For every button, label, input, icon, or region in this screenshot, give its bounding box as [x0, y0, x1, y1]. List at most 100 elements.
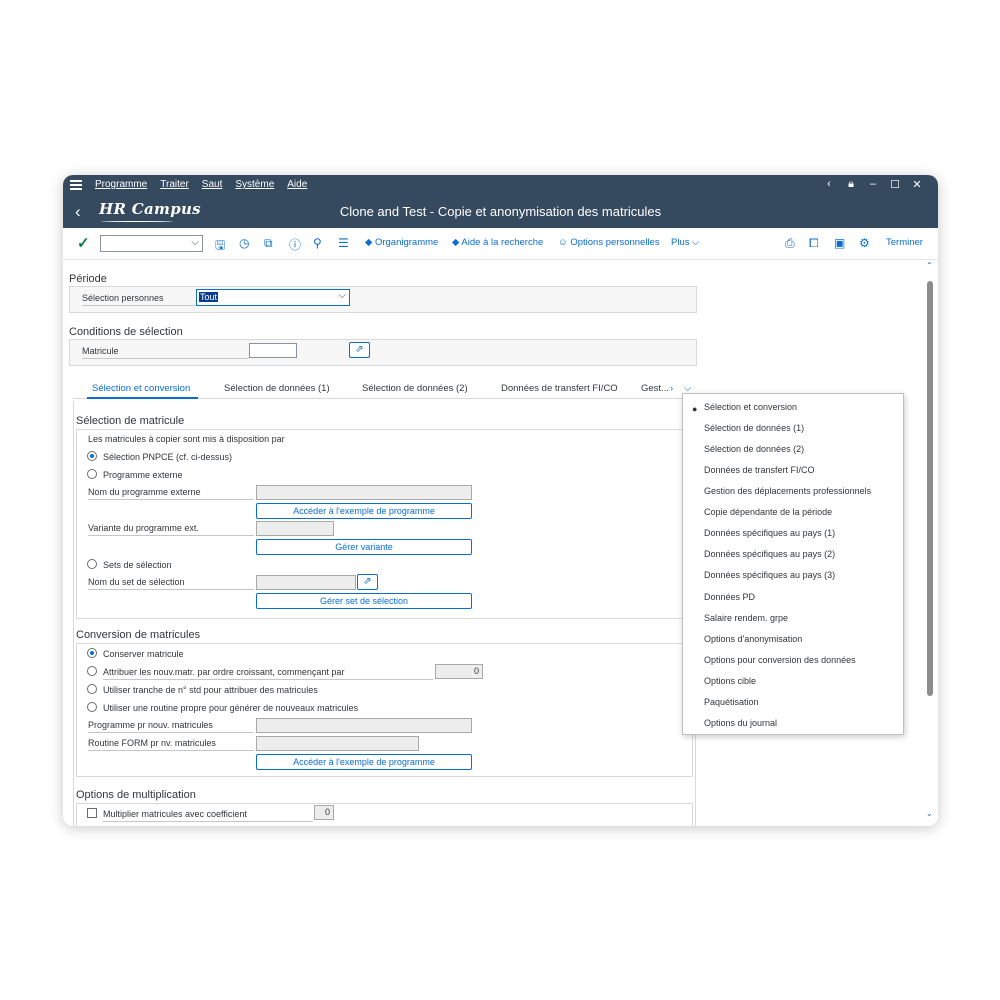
info-icon[interactable]: ⓘ — [289, 236, 301, 253]
menu-aide[interactable]: Aide — [287, 179, 307, 190]
radio-attribuer-label: Attribuer les nouv.matr. par ordre crois… — [103, 667, 433, 680]
selection-matricule-group: Les matricules à copier sont mis à dispo… — [76, 429, 693, 619]
dropdown-item[interactable]: Données PD — [704, 592, 755, 602]
dropdown-item[interactable]: Sélection de données (1) — [704, 423, 804, 433]
aide-recherche-button[interactable]: ◆ Aide à la recherche — [452, 237, 543, 248]
chevron-down-icon[interactable]: ⌵ — [191, 237, 199, 248]
tab-selection-conversion[interactable]: Sélection et conversion — [92, 383, 190, 394]
selected-value: Tout — [199, 292, 219, 302]
menu-saut[interactable]: Saut — [202, 179, 223, 190]
logo-swoosh — [101, 220, 173, 222]
dropdown-item[interactable]: Paquétisation — [704, 697, 759, 707]
radio-sets-selection[interactable] — [87, 559, 97, 569]
tab-selection-donnees-2[interactable]: Sélection de données (2) — [362, 383, 468, 394]
vertical-scrollbar[interactable]: ⌃ ⌄ — [926, 261, 934, 826]
tab-donnees-transfert[interactable]: Données de transfert FI/CO — [501, 383, 618, 394]
gerer-variante-button[interactable]: Gérer variante — [256, 539, 472, 555]
coefficient-input[interactable]: 0 — [314, 805, 334, 820]
acceder-exemple-button-2[interactable]: Accéder à l'exemple de programme — [256, 754, 472, 770]
gerer-set-button[interactable]: Gérer set de sélection — [256, 593, 472, 609]
dropdown-item[interactable]: Options pour conversion des données — [704, 655, 856, 665]
radio-sets-selection-label: Sets de sélection — [103, 560, 172, 570]
execute-clock-icon[interactable]: ◷ — [239, 236, 249, 250]
hamburger-menu-icon[interactable] — [70, 180, 82, 190]
chevron-down-icon: ⌵ — [689, 237, 700, 248]
copy-icon[interactable]: ⧉ — [264, 236, 273, 251]
tab-selection-donnees-1[interactable]: Sélection de données (1) — [224, 383, 330, 394]
filter-icon[interactable]: ⚲ — [313, 236, 322, 250]
variante-input[interactable] — [256, 521, 334, 536]
nom-prog-ext-input[interactable] — [256, 485, 472, 500]
prog-nouv-label: Programme pr nouv. matricules — [88, 720, 254, 733]
scroll-thumb[interactable] — [927, 281, 933, 696]
radio-programme-externe[interactable] — [87, 469, 97, 479]
radio-conserver[interactable] — [87, 648, 97, 658]
terminer-button[interactable]: Terminer — [886, 237, 923, 248]
radio-pnpce-label: Sélection PNPCE (cf. ci-dessus) — [103, 452, 233, 462]
menu-programme[interactable]: Programme — [95, 179, 147, 190]
menu-systeme[interactable]: Système — [235, 179, 274, 190]
selection-personnes-label: Sélection personnes — [82, 293, 195, 306]
collapse-left-icon[interactable]: ‹ — [818, 178, 840, 191]
dropdown-item[interactable]: Gestion des déplacements professionnels — [704, 486, 871, 496]
multiplier-checkbox[interactable] — [87, 808, 97, 818]
nom-prog-ext-label: Nom du programme externe — [88, 487, 254, 500]
dropdown-item[interactable]: Options du journal — [704, 718, 777, 728]
dropdown-item[interactable]: Données spécifiques au pays (1) — [704, 528, 835, 538]
multiple-selection-icon[interactable]: ⇗ — [349, 342, 370, 358]
dropdown-item[interactable]: Options cible — [704, 676, 756, 686]
tab-gestion-truncated[interactable]: Gest... — [641, 383, 669, 394]
print-icon[interactable]: ⎙ — [785, 236, 795, 251]
radio-programme-externe-label: Programme externe — [103, 470, 183, 480]
selection-personnes-select[interactable]: Tout ⌵ — [196, 289, 350, 306]
prog-nouv-input[interactable] — [256, 718, 472, 733]
plus-button[interactable]: Plus ⌵ — [671, 237, 699, 248]
close-icon[interactable]: ✕ — [906, 178, 928, 191]
organigramme-button[interactable]: ◆ Organigramme — [365, 237, 438, 248]
dropdown-item[interactable]: Sélection de données (2) — [704, 444, 804, 454]
dropdown-item[interactable]: Sélection et conversion — [704, 402, 797, 412]
start-number-input[interactable]: 0 — [435, 664, 483, 679]
save-icon[interactable]: 🖫︎ — [215, 236, 225, 257]
radio-routine[interactable] — [87, 702, 97, 712]
minimize-icon[interactable]: – — [862, 178, 884, 191]
tab-scroll-right-icon[interactable]: › — [670, 383, 673, 394]
radio-attribuer[interactable] — [87, 666, 97, 676]
nom-set-input[interactable] — [256, 575, 356, 590]
dropdown-item[interactable]: Données spécifiques au pays (2) — [704, 549, 835, 559]
options-personnelles-button[interactable]: ☺ Options personnelles — [558, 237, 660, 248]
tab-overflow-dropdown: ● Sélection et conversion Sélection de d… — [682, 393, 904, 735]
settings-icon[interactable]: ⚙ — [859, 236, 870, 250]
maximize-icon[interactable]: ☐ — [884, 178, 906, 191]
diamond-icon: ◆ — [452, 237, 462, 248]
radio-pnpce[interactable] — [87, 451, 97, 461]
radio-tranche[interactable] — [87, 684, 97, 694]
periode-title: Période — [69, 273, 107, 285]
dropdown-item[interactable]: Données spécifiques au pays (3) — [704, 570, 835, 580]
window-export-icon[interactable]: ⧠ — [809, 236, 819, 251]
routine-form-input[interactable] — [256, 736, 419, 751]
dropdown-item[interactable]: Copie dépendante de la période — [704, 507, 832, 517]
acceder-exemple-button-1[interactable]: Accéder à l'exemple de programme — [256, 503, 472, 519]
user-settings-icon: ☺ — [558, 237, 571, 248]
menu-items: Programme Traiter Saut Système Aide — [95, 179, 320, 190]
window-icon[interactable]: ▣ — [834, 236, 845, 250]
scroll-down-icon[interactable]: ⌄ — [926, 809, 933, 818]
tab-panel-selection-conversion: Sélection de matricule Les matricules à … — [73, 401, 696, 826]
variante-label: Variante du programme ext. — [88, 523, 254, 536]
tab-strip: Sélection et conversion Sélection de don… — [73, 378, 698, 399]
list-icon[interactable]: ☰ — [338, 236, 349, 250]
dropdown-item[interactable]: Données de transfert FI/CO — [704, 465, 815, 475]
scroll-up-icon[interactable]: ⌃ — [926, 261, 933, 270]
set-selection-icon[interactable]: ⇗ — [357, 574, 378, 590]
dropdown-item[interactable]: Options d'anonymisation — [704, 634, 802, 644]
window-controls: ‹ 🔒︎ – ☐ ✕ — [818, 178, 928, 191]
lock-icon[interactable]: 🔒︎ — [840, 178, 862, 191]
menu-traiter[interactable]: Traiter — [160, 179, 189, 190]
matricule-input[interactable] — [249, 343, 297, 358]
checkmark-icon[interactable]: ✓ — [77, 234, 90, 252]
chevron-down-icon[interactable]: ⌵ — [338, 290, 346, 301]
aide-recherche-label: Aide à la recherche — [461, 237, 544, 248]
dropdown-item[interactable]: Salaire rendem. grpe — [704, 613, 788, 623]
command-field[interactable]: ⌵ — [100, 235, 203, 252]
